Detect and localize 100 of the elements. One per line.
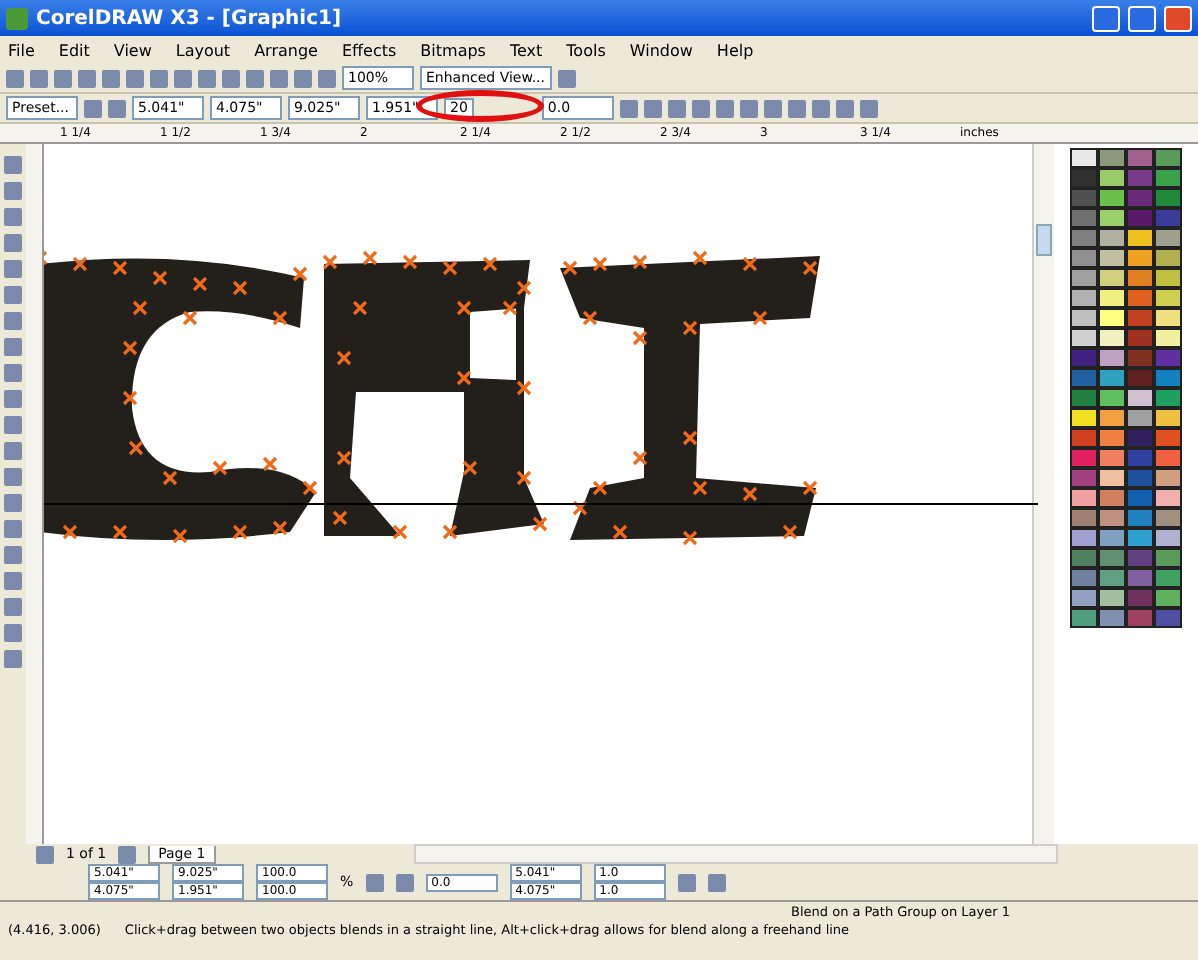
color-swatch[interactable] — [1154, 148, 1182, 168]
close-button[interactable] — [1164, 5, 1192, 31]
color-swatch[interactable] — [1070, 188, 1098, 208]
color-swatch[interactable] — [1070, 588, 1098, 608]
color-swatch[interactable] — [1098, 528, 1126, 548]
color-swatch[interactable] — [1126, 368, 1154, 388]
color-swatch[interactable] — [1098, 288, 1126, 308]
color-swatch[interactable] — [1098, 168, 1126, 188]
color-swatch[interactable] — [1126, 568, 1154, 588]
color-swatch[interactable] — [1070, 148, 1098, 168]
menu-item[interactable]: Tools — [566, 41, 606, 59]
color-swatch[interactable] — [1070, 528, 1098, 548]
menu-item[interactable]: View — [113, 41, 152, 59]
color-swatch[interactable] — [1098, 148, 1126, 168]
color-swatch[interactable] — [1070, 568, 1098, 588]
menu-item[interactable]: Help — [716, 41, 754, 59]
color-swatch[interactable] — [1070, 548, 1098, 568]
color-swatch[interactable] — [1098, 268, 1126, 288]
color-swatch[interactable] — [1126, 248, 1154, 268]
color-swatch[interactable] — [1154, 288, 1182, 308]
color-swatch[interactable] — [1154, 188, 1182, 208]
menu-item[interactable]: Effects — [341, 41, 397, 59]
color-swatch[interactable] — [1126, 288, 1154, 308]
menu-item[interactable]: Bitmaps — [420, 41, 486, 59]
color-swatch[interactable] — [1154, 328, 1182, 348]
color-swatch[interactable] — [1126, 188, 1154, 208]
color-swatch[interactable] — [1098, 388, 1126, 408]
color-swatch[interactable] — [1154, 208, 1182, 228]
color-swatch[interactable] — [1098, 548, 1126, 568]
vertical-scrollbar[interactable] — [1032, 144, 1054, 844]
color-swatch[interactable] — [1154, 268, 1182, 288]
color-swatch[interactable] — [1126, 448, 1154, 468]
color-swatch[interactable] — [1070, 368, 1098, 388]
color-swatch[interactable] — [1154, 568, 1182, 588]
color-swatch[interactable] — [1126, 348, 1154, 368]
color-swatch[interactable] — [1070, 168, 1098, 188]
color-swatch[interactable] — [1070, 228, 1098, 248]
color-swatch[interactable] — [1098, 468, 1126, 488]
color-swatch[interactable] — [1070, 468, 1098, 488]
color-swatch[interactable] — [1098, 508, 1126, 528]
color-swatch[interactable] — [1154, 228, 1182, 248]
menu-item[interactable]: Layout — [175, 41, 231, 59]
color-swatch[interactable] — [1070, 208, 1098, 228]
color-swatch[interactable] — [1070, 388, 1098, 408]
color-swatch[interactable] — [1126, 328, 1154, 348]
color-swatch[interactable] — [1126, 168, 1154, 188]
toolbar-icon[interactable] — [557, 69, 575, 87]
color-swatch[interactable] — [1098, 368, 1126, 388]
drawing-canvas[interactable] — [44, 144, 1032, 844]
page-nav-icon[interactable] — [36, 845, 54, 863]
menu-item[interactable]: Text — [509, 41, 543, 59]
color-swatch[interactable] — [1070, 348, 1098, 368]
color-swatch[interactable] — [1126, 308, 1154, 328]
menu-item[interactable]: Window — [629, 41, 693, 59]
color-swatch[interactable] — [1098, 248, 1126, 268]
color-swatch[interactable] — [1126, 388, 1154, 408]
menu-item[interactable]: Edit — [58, 41, 90, 59]
color-swatch[interactable] — [1098, 348, 1126, 368]
color-swatch[interactable] — [1154, 508, 1182, 528]
color-swatch[interactable] — [1126, 408, 1154, 428]
color-swatch[interactable] — [1098, 188, 1126, 208]
color-swatch[interactable] — [1154, 248, 1182, 268]
color-swatch[interactable] — [1154, 368, 1182, 388]
color-swatch[interactable] — [1154, 408, 1182, 428]
color-swatch[interactable] — [1070, 448, 1098, 468]
color-swatch[interactable] — [1070, 288, 1098, 308]
letters-drawing[interactable] — [44, 250, 820, 546]
color-swatch[interactable] — [1070, 508, 1098, 528]
color-swatch[interactable] — [1098, 568, 1126, 588]
color-swatch[interactable] — [1126, 488, 1154, 508]
color-swatch[interactable] — [1154, 428, 1182, 448]
color-swatch[interactable] — [1154, 528, 1182, 548]
color-swatch[interactable] — [1070, 248, 1098, 268]
color-swatch[interactable] — [1126, 508, 1154, 528]
color-swatch[interactable] — [1098, 208, 1126, 228]
color-swatch[interactable] — [1098, 588, 1126, 608]
color-swatch[interactable] — [1098, 228, 1126, 248]
color-swatch[interactable] — [1098, 488, 1126, 508]
color-swatch[interactable] — [1154, 488, 1182, 508]
color-swatch[interactable] — [1126, 548, 1154, 568]
color-swatch[interactable] — [1070, 428, 1098, 448]
minimize-button[interactable] — [1092, 5, 1120, 31]
color-swatch[interactable] — [1070, 608, 1098, 628]
color-swatch[interactable] — [1070, 268, 1098, 288]
color-swatch[interactable] — [1126, 228, 1154, 248]
color-swatch[interactable] — [1070, 308, 1098, 328]
menu-item[interactable]: Arrange — [254, 41, 318, 59]
menu-item[interactable]: File — [8, 41, 35, 59]
maximize-button[interactable] — [1128, 5, 1156, 31]
color-swatch[interactable] — [1154, 448, 1182, 468]
color-swatch[interactable] — [1126, 528, 1154, 548]
color-swatch[interactable] — [1070, 408, 1098, 428]
page-nav-icon[interactable] — [118, 845, 137, 863]
color-swatch[interactable] — [1154, 548, 1182, 568]
horizontal-scrollbar[interactable] — [414, 844, 1058, 864]
color-swatch[interactable] — [1126, 608, 1154, 628]
color-swatch[interactable] — [1098, 308, 1126, 328]
color-swatch[interactable] — [1154, 168, 1182, 188]
color-swatch[interactable] — [1126, 268, 1154, 288]
color-swatch[interactable] — [1070, 328, 1098, 348]
